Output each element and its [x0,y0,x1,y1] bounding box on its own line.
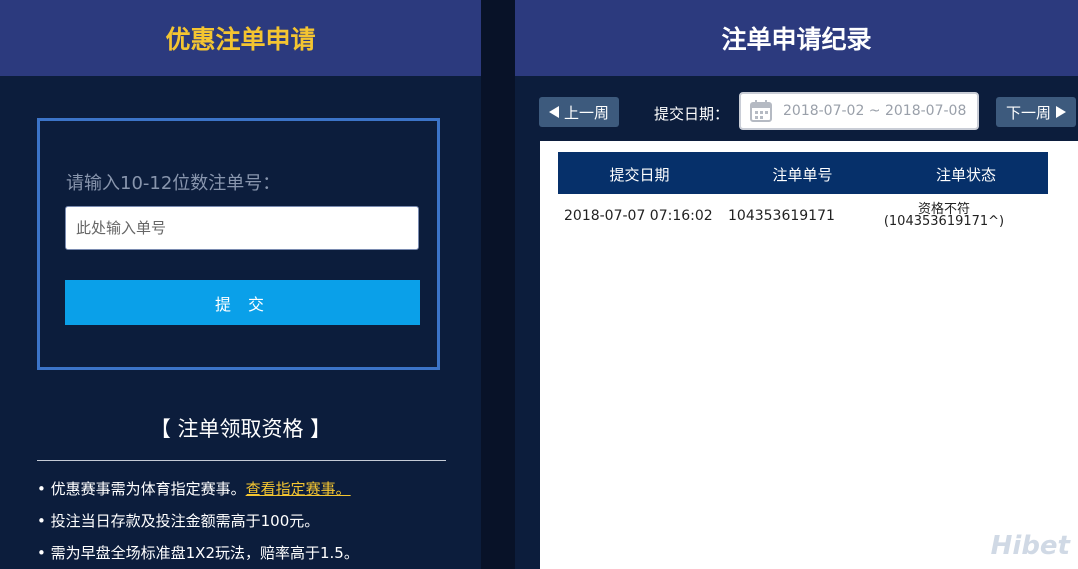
right-header: 注单申请纪录 [515,0,1078,76]
eligibility-title: 【 注单领取资格 】 [149,417,332,441]
column-header-status: 注单状态 [935,166,996,184]
date-label: 提交日期： [654,105,730,123]
table-header: 提交日期 注单单号 注单状态 [558,152,1048,194]
submit-button[interactable]: 提 交 [65,280,420,325]
order-input-label: 请输入10-12位数注单号： [66,173,281,194]
left-panel: 优惠注单申请 请输入10-12位数注单号： 提 交 【 注单领取资格 】 • 优… [0,0,481,569]
rule-item: • 需为早盘全场标准盘1X2玩法，赔率高于1.5。 [37,544,359,562]
panel-divider [481,0,515,569]
order-form: 请输入10-12位数注单号： 提 交 [37,118,440,370]
arrow-right-icon [1056,106,1066,118]
date-range-picker[interactable]: 2018-07-02 ~ 2018-07-08 [739,92,979,130]
column-header-order-no: 注单单号 [772,166,833,184]
left-header: 优惠注单申请 [0,0,481,76]
order-number-input[interactable] [65,206,419,250]
eligibility-divider [37,460,446,461]
records-table: 提交日期 注单单号 注单状态 2018-07-07 07:16:02 10435… [540,141,1078,569]
prev-week-button[interactable]: 上一周 [539,97,619,127]
rule-item: • 投注当日存款及投注金额需高于100元。 [37,512,320,530]
arrow-left-icon [548,106,559,118]
rule-item: • 优惠赛事需为体育指定赛事。查看指定赛事。 [37,480,351,498]
next-week-button[interactable]: 下一周 [996,97,1076,127]
view-designated-events-link[interactable]: 查看指定赛事。 [246,480,351,498]
column-header-date: 提交日期 [609,166,670,184]
date-range-value: 2018-07-02 ~ 2018-07-08 [783,103,967,119]
right-panel: 注单申请纪录 上一周 提交日期： 2018-07-02 ~ 2018-07-08… [515,0,1078,569]
calendar-icon [750,100,772,122]
watermark-logo: Hibet [990,531,1070,561]
records-title: 注单申请纪录 [721,25,872,54]
row-date: 2018-07-07 07:16:02 [564,208,713,224]
page-title: 优惠注单申请 [165,25,316,54]
row-status-detail: (104353619171^) [883,214,1005,229]
row-order-no: 104353619171 [728,208,835,224]
